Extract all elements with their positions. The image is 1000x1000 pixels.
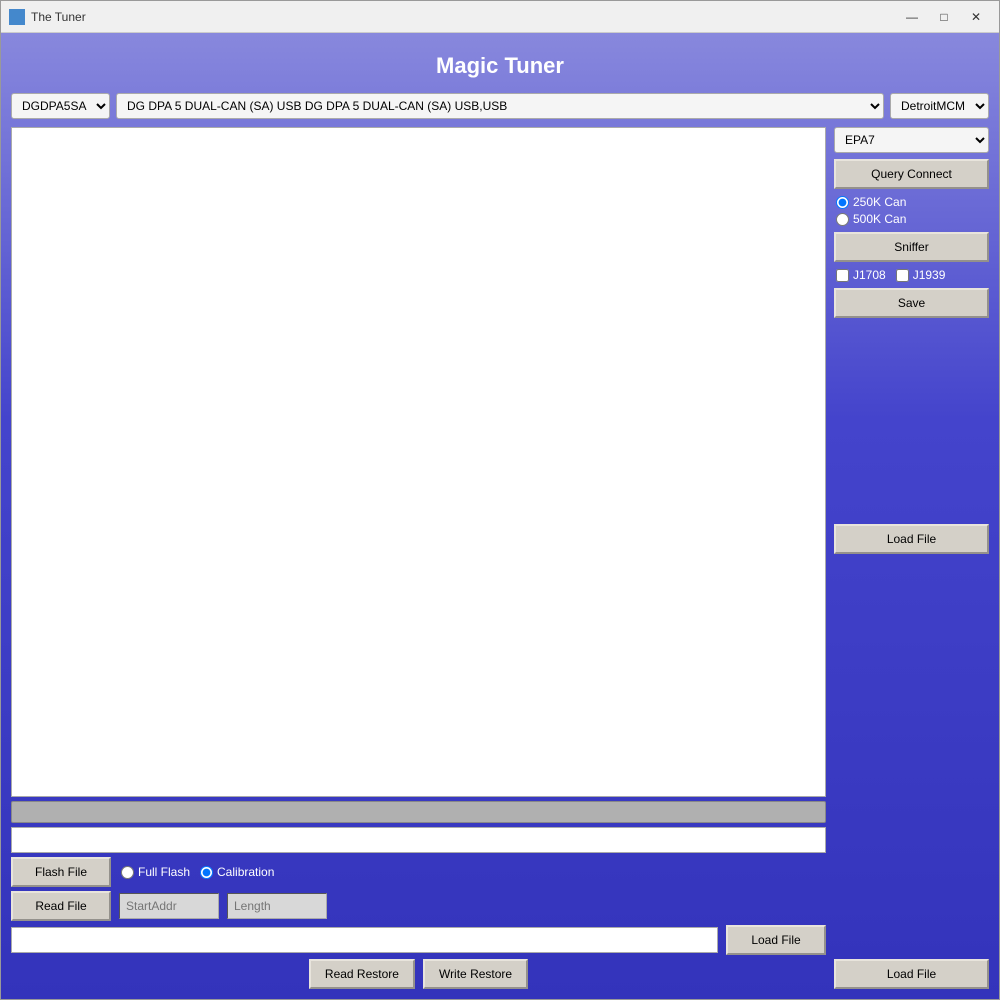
app-icon (9, 9, 25, 25)
length-input[interactable] (227, 893, 327, 919)
calibration-label[interactable]: Calibration (200, 865, 274, 879)
full-flash-radio[interactable] (121, 866, 134, 879)
250k-label[interactable]: 250K Can (836, 195, 989, 209)
read-row: Read File (11, 891, 826, 921)
window-title: The Tuner (31, 10, 897, 24)
load-file-top-button[interactable]: Load File (834, 524, 989, 554)
right-panel: EPA7 Query Connect 250K Can 500K Can (834, 127, 989, 989)
sniffer-button[interactable]: Sniffer (834, 232, 989, 262)
ecu-dropdown[interactable]: DetroitMCM (890, 93, 989, 119)
j1939-checkbox[interactable] (896, 269, 909, 282)
start-addr-input[interactable] (119, 893, 219, 919)
left-panel: Flash File Full Flash Calibration Read F… (11, 127, 826, 989)
close-button[interactable]: ✕ (961, 5, 991, 29)
j1939-label[interactable]: J1939 (896, 268, 946, 282)
protocol-checkbox-group: J1708 J1939 (834, 268, 989, 282)
adapter-dropdown[interactable]: DG DPA 5 DUAL-CAN (SA) USB DG DPA 5 DUAL… (116, 93, 884, 119)
read-restore-button[interactable]: Read Restore (309, 959, 415, 989)
restore-buttons: Read Restore Write Restore (11, 959, 826, 989)
main-area: Flash File Full Flash Calibration Read F… (11, 127, 989, 989)
load-file-second-button[interactable]: Load File (834, 959, 989, 989)
title-bar: The Tuner — □ ✕ (1, 1, 999, 33)
load-file-bottom-button[interactable]: Load File (726, 925, 826, 955)
restore-row: Load File (11, 925, 826, 955)
query-connect-button[interactable]: Query Connect (834, 159, 989, 189)
progress-bar (11, 801, 826, 823)
device-dropdown[interactable]: DGDPA5SA (11, 93, 110, 119)
flash-file-button[interactable]: Flash File (11, 857, 111, 887)
log-area (11, 127, 826, 797)
save-button[interactable]: Save (834, 288, 989, 318)
500k-radio[interactable] (836, 213, 849, 226)
250k-radio[interactable] (836, 196, 849, 209)
j1708-label[interactable]: J1708 (836, 268, 886, 282)
right-top-controls: EPA7 Query Connect 250K Can 500K Can (834, 127, 989, 318)
500k-label[interactable]: 500K Can (836, 212, 989, 226)
calibration-radio[interactable] (200, 866, 213, 879)
window-content: Magic Tuner DGDPA5SA DG DPA 5 DUAL-CAN (… (1, 33, 999, 999)
window-controls: — □ ✕ (897, 5, 991, 29)
protocol-dropdown[interactable]: EPA7 (834, 127, 989, 153)
can-speed-group: 250K Can 500K Can (834, 195, 989, 226)
main-window: The Tuner — □ ✕ Magic Tuner DGDPA5SA DG … (0, 0, 1000, 1000)
app-title: Magic Tuner (11, 43, 989, 85)
maximize-button[interactable]: □ (929, 5, 959, 29)
flash-row: Flash File Full Flash Calibration (11, 857, 826, 887)
read-file-button[interactable]: Read File (11, 891, 111, 921)
top-controls: DGDPA5SA DG DPA 5 DUAL-CAN (SA) USB DG D… (11, 93, 989, 119)
write-restore-button[interactable]: Write Restore (423, 959, 528, 989)
full-flash-label[interactable]: Full Flash (121, 865, 190, 879)
minimize-button[interactable]: — (897, 5, 927, 29)
text-input-bar[interactable] (11, 827, 826, 853)
restore-input[interactable] (11, 927, 718, 953)
j1708-checkbox[interactable] (836, 269, 849, 282)
